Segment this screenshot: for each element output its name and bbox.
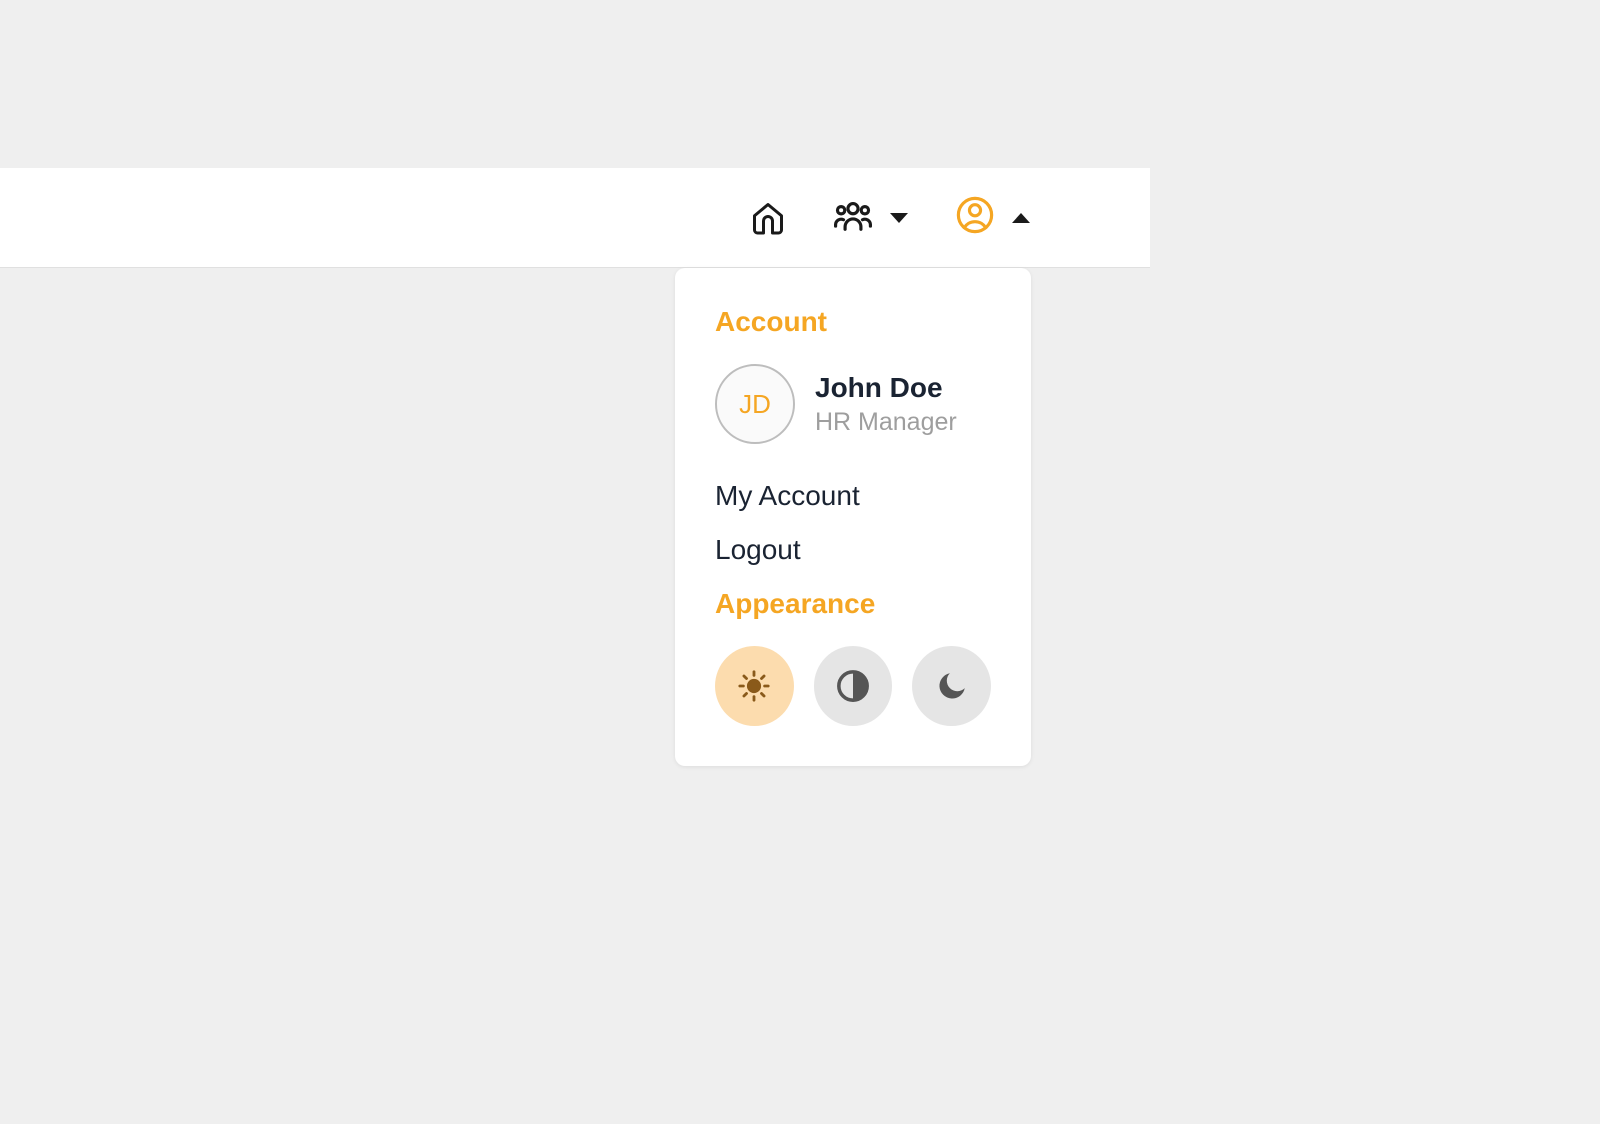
chevron-down-icon <box>890 213 908 223</box>
account-section-header: Account <box>715 306 991 338</box>
profile-row: JD John Doe HR Manager <box>715 364 991 444</box>
profile-icon <box>956 196 994 239</box>
theme-auto-button[interactable] <box>814 646 893 726</box>
home-nav-item[interactable] <box>750 200 786 236</box>
theme-light-button[interactable] <box>715 646 794 726</box>
account-dropdown: Account JD John Doe HR Manager My Accoun… <box>675 268 1031 766</box>
logout-link[interactable]: Logout <box>715 534 991 566</box>
profile-info: John Doe HR Manager <box>815 372 957 437</box>
profile-role: HR Manager <box>815 408 957 437</box>
users-icon <box>834 196 872 239</box>
avatar: JD <box>715 364 795 444</box>
my-account-link[interactable]: My Account <box>715 480 991 512</box>
users-nav-item[interactable] <box>834 196 908 239</box>
navbar <box>0 168 1150 268</box>
chevron-up-icon <box>1012 213 1030 223</box>
appearance-section-header: Appearance <box>715 588 991 620</box>
appearance-row <box>715 646 991 726</box>
sun-icon <box>737 669 771 703</box>
account-nav-item[interactable] <box>956 196 1030 239</box>
home-icon <box>750 200 786 236</box>
theme-dark-button[interactable] <box>912 646 991 726</box>
contrast-icon <box>836 669 870 703</box>
moon-icon <box>935 669 969 703</box>
profile-name: John Doe <box>815 372 957 404</box>
